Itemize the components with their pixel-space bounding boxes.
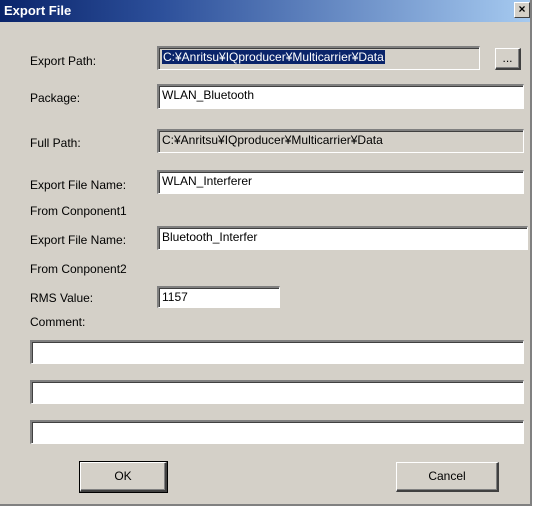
export-path-field[interactable]: C:¥Anritsu¥IQproducer¥Multicarrier¥Data <box>157 46 480 70</box>
rms-value-label: RMS Value: <box>30 291 94 305</box>
export-file-name-1-label: Export File Name: <box>30 178 127 192</box>
package-label: Package: <box>30 91 81 105</box>
export-path-value: C:¥Anritsu¥IQproducer¥Multicarrier¥Data <box>162 50 385 64</box>
export-file-dialog: Export File × Export Path: C:¥Anritsu¥IQ… <box>0 0 532 506</box>
export-file-name-2-label: Export File Name: <box>30 233 127 247</box>
export-file-name-2-input[interactable]: Bluetooth_Interfer <box>157 226 528 250</box>
comment-input-2[interactable] <box>30 380 524 404</box>
close-button[interactable]: × <box>514 2 530 18</box>
full-path-field: C:¥Anritsu¥IQproducer¥Multicarrier¥Data <box>157 129 524 153</box>
close-icon: × <box>518 2 526 16</box>
cancel-button[interactable]: Cancel <box>396 462 499 492</box>
dialog-title: Export File <box>4 3 72 18</box>
comment-label: Comment: <box>30 315 86 329</box>
full-path-label: Full Path: <box>30 136 81 150</box>
comment-input-3[interactable] <box>30 420 524 444</box>
from-component-1-label: From Conponent1 <box>30 204 127 218</box>
browse-button[interactable]: ... <box>495 48 521 70</box>
ok-button[interactable]: OK <box>79 461 168 493</box>
from-component-2-label: From Conponent2 <box>30 262 127 276</box>
comment-input-1[interactable] <box>30 340 524 364</box>
title-bar[interactable]: Export File × <box>0 0 530 22</box>
rms-value-input[interactable]: 1157 <box>157 286 280 308</box>
export-path-label: Export Path: <box>30 54 97 68</box>
package-input[interactable]: WLAN_Bluetooth <box>157 84 524 109</box>
export-file-name-1-input[interactable]: WLAN_Interferer <box>157 170 524 194</box>
